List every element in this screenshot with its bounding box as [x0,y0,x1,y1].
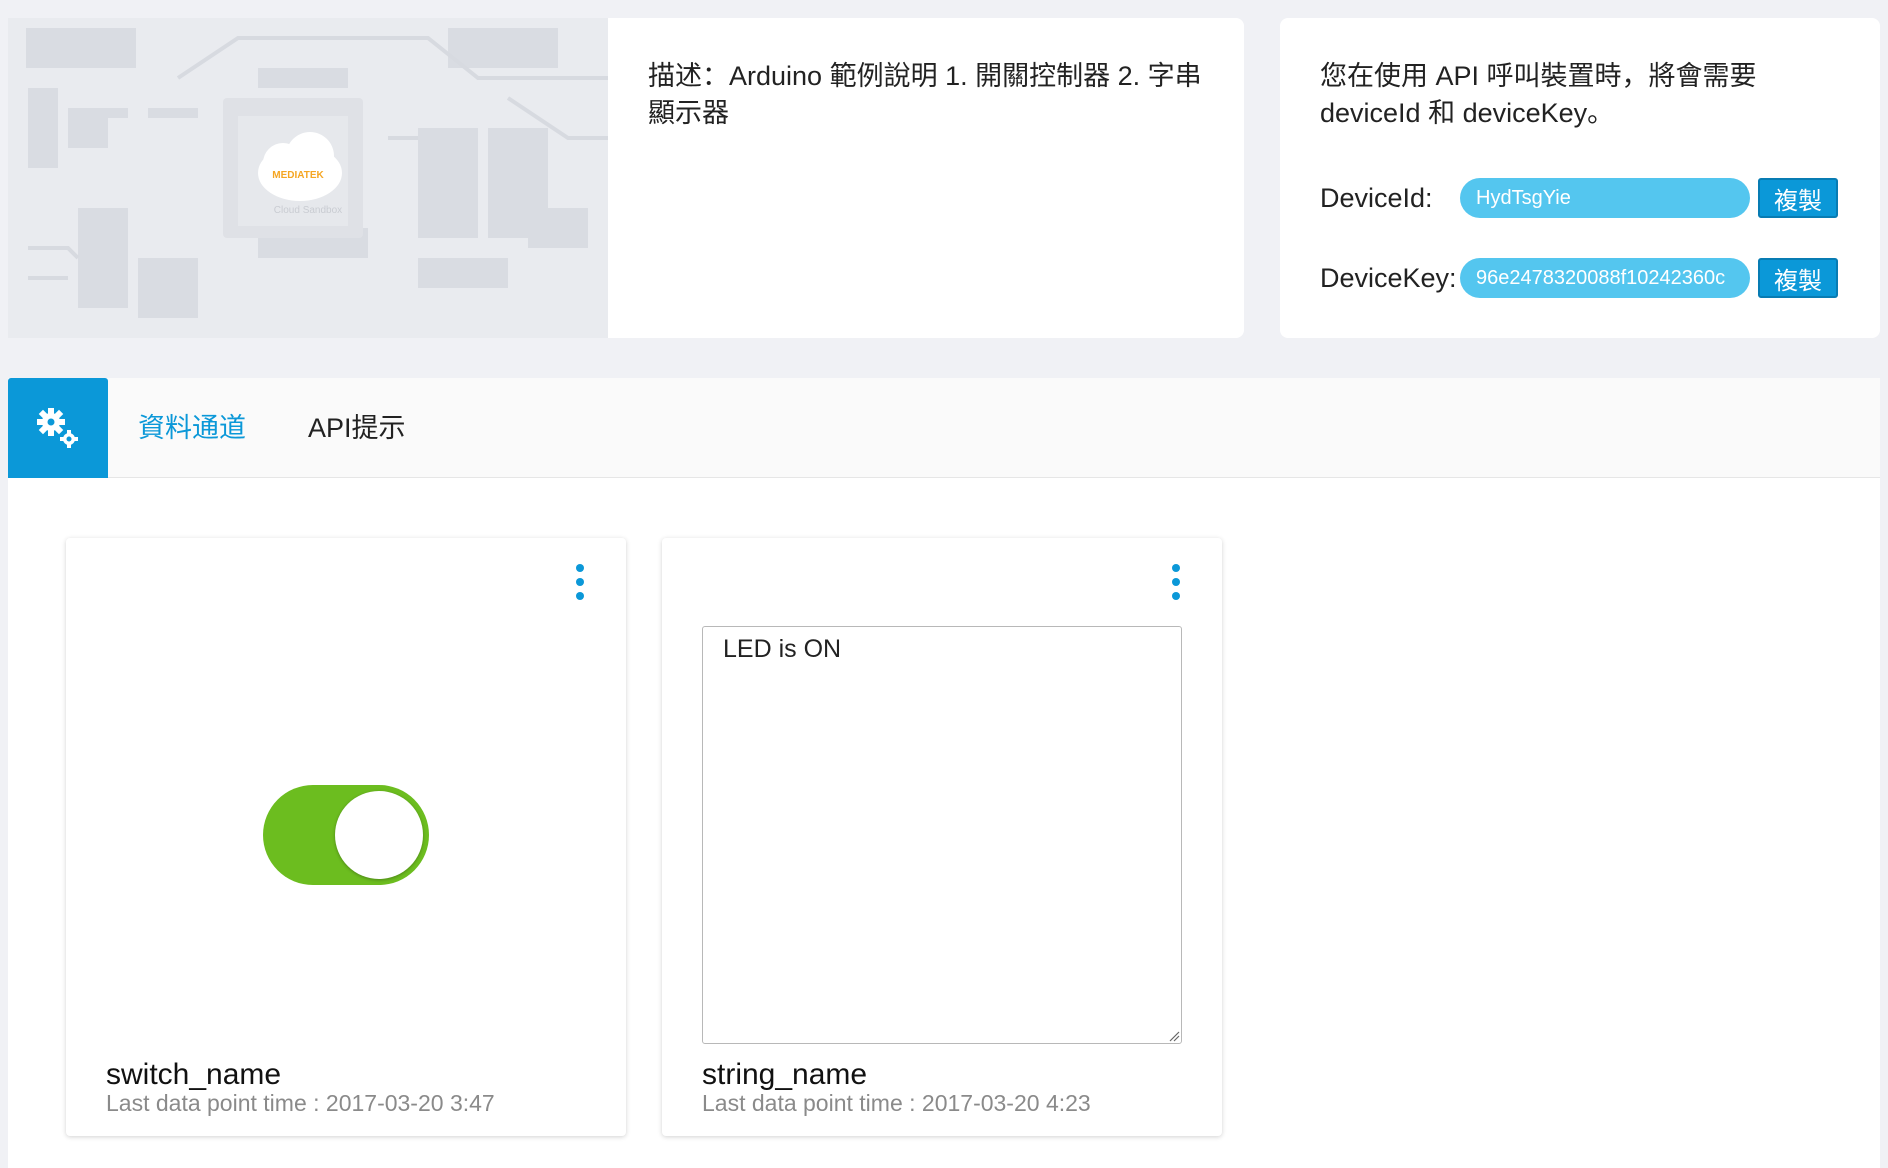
string-value-textarea[interactable]: LED is ON [702,626,1182,1044]
api-intro-text: 您在使用 API 呼叫裝置時，將會需要 deviceId 和 deviceKey… [1320,61,1757,128]
header-row: MEDIATEK Cloud Sandbox 描述：Arduino 範例說明 1… [0,0,1888,340]
sub-brand-text: Cloud Sandbox [274,205,342,216]
api-credentials-card: 您在使用 API 呼叫裝置時，將會需要 deviceId 和 deviceKey… [1280,18,1880,338]
device-key-label: DeviceKey: [1320,262,1457,293]
description-card: 描述：Arduino 範例說明 1. 開關控制器 2. 字串顯示器 [608,18,1244,338]
string-channel-card: LED is ON string_name Last data point ti… [662,538,1222,1136]
circuit-board-illustration: MEDIATEK Cloud Sandbox [8,18,608,338]
tab-bar: 資料通道 API提示 [8,378,1880,478]
device-key-value[interactable]: 96e2478320088f10242360c [1460,258,1750,298]
resize-grip-icon[interactable] [1168,1030,1180,1042]
channels-panel: 資料通道 API提示 switch_name Last data point t… [8,378,1880,1168]
device-description: 描述：Arduino 範例說明 1. 開關控制器 2. 字串顯示器 [648,61,1202,128]
tab-data-channels[interactable]: 資料通道 [138,408,246,448]
channel-name: switch_name [106,1058,282,1091]
copy-device-key-button[interactable]: 複製 [1758,258,1838,298]
device-key-row: DeviceKey: 96e2478320088f10242360c 複製 [1320,258,1838,298]
card-menu-icon[interactable] [570,564,590,600]
device-id-label: DeviceId: [1320,182,1433,213]
copy-device-id-button[interactable]: 複製 [1758,178,1838,218]
brand-text: MEDIATEK [272,170,324,181]
last-data-time: Last data point time : 2017-03-20 3:47 [106,1090,495,1116]
toggle-knob [335,791,423,879]
switch-toggle[interactable] [263,785,429,885]
switch-channel-card: switch_name Last data point time : 2017-… [66,538,626,1136]
tab-settings[interactable] [8,378,108,478]
device-board-image: MEDIATEK Cloud Sandbox [8,18,608,338]
card-menu-icon[interactable] [1166,564,1186,600]
channel-name: string_name [702,1058,868,1091]
device-id-value[interactable]: HydTsgYie [1460,178,1750,218]
last-data-time: Last data point time : 2017-03-20 4:23 [702,1090,1091,1116]
gears-icon [37,408,78,448]
device-id-row: DeviceId: HydTsgYie 複製 [1320,178,1838,218]
tab-api-hints[interactable]: API提示 [308,408,406,448]
